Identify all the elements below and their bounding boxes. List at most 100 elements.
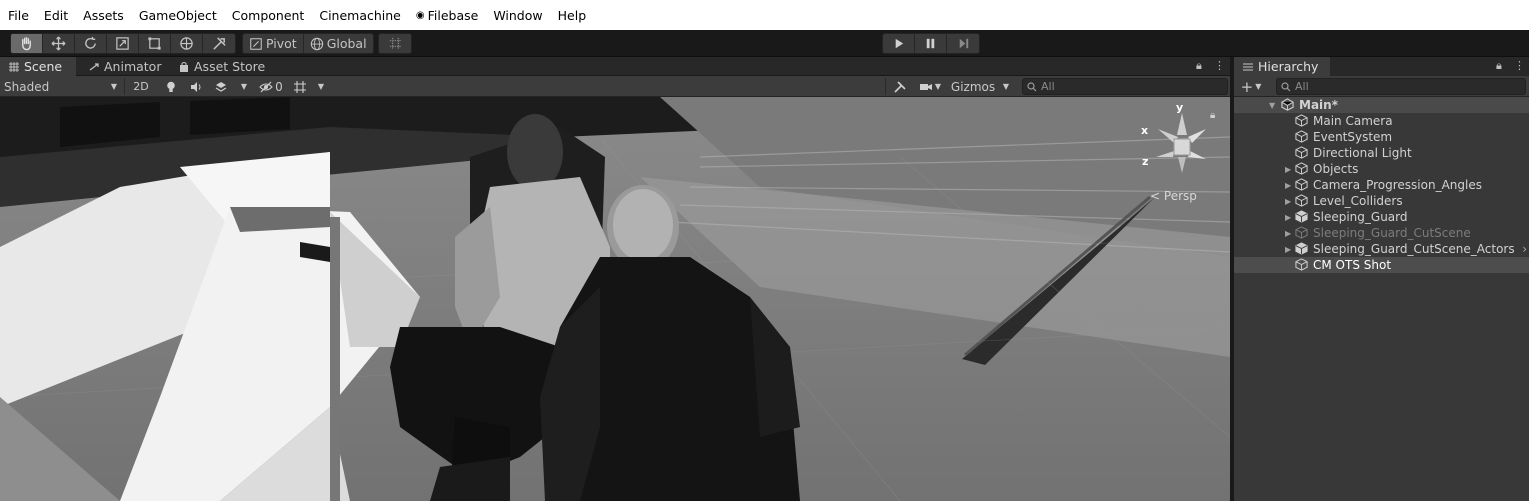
hierarchy-item[interactable]: Directional Light <box>1234 145 1529 161</box>
light-bulb-icon <box>167 81 175 92</box>
camera-icon <box>919 83 932 90</box>
rect-tool-button[interactable] <box>139 34 171 53</box>
hierarchy-item[interactable]: ▶ Camera_Progression_Angles <box>1234 177 1529 193</box>
tab-asset-store[interactable]: Asset Store <box>170 57 273 76</box>
tab-animator[interactable]: Animator <box>80 57 169 76</box>
hierarchy-item[interactable]: ▶ Sleeping_Guard_CutScene <box>1234 225 1529 241</box>
camera-settings-dropdown[interactable]: ▼ <box>916 78 944 95</box>
move-tool-button[interactable] <box>43 34 75 53</box>
expand-arrow-icon[interactable]: ▶ <box>1285 165 1295 174</box>
chevron-right-icon[interactable]: › <box>1522 242 1527 256</box>
grid-dropdown-chevron-icon[interactable]: ▼ <box>315 78 327 95</box>
kebab-menu-icon[interactable]: ⋮ <box>1514 59 1525 72</box>
audio-toggle[interactable] <box>186 78 206 95</box>
expand-arrow-icon[interactable]: ▶ <box>1285 229 1295 238</box>
tools-icon <box>212 37 226 50</box>
menu-filebase-wrap[interactable]: ◉ Filebase <box>416 8 478 23</box>
create-dropdown[interactable]: + ▼ <box>1238 78 1264 96</box>
expand-arrow-icon[interactable]: ▶ <box>1285 213 1295 222</box>
scale-icon <box>116 37 129 50</box>
tab-scene[interactable]: Scene <box>0 57 76 76</box>
scale-tool-button[interactable] <box>107 34 139 53</box>
kebab-menu-icon[interactable]: ⋮ <box>1214 59 1225 72</box>
pivot-icon <box>250 37 262 50</box>
projection-label: Persp <box>1163 189 1197 203</box>
tool-settings-button[interactable] <box>890 78 910 95</box>
scene-toolbar: Shaded ▼ 2D ▼ 0 ▼ ▼ Gizmos ▼ All <box>0 76 1230 97</box>
lock-icon[interactable]: 🔒︎ <box>1196 59 1202 73</box>
hidden-count: 0 <box>275 79 283 94</box>
grid-toggle[interactable] <box>290 78 310 95</box>
scene-search-input[interactable]: All <box>1022 78 1228 95</box>
scene-viewport[interactable]: y x z 🔒︎ < Persp <box>0 97 1230 501</box>
hierarchy-search-input[interactable]: All <box>1276 78 1526 95</box>
shading-mode-dropdown[interactable]: Shaded ▼ <box>4 78 121 95</box>
rect-icon <box>148 37 161 50</box>
expand-arrow-icon[interactable]: ▶ <box>1285 197 1295 206</box>
gizmos-button[interactable]: Gizmos <box>950 78 996 95</box>
hierarchy-item-label: CM OTS Shot <box>1313 258 1392 272</box>
hierarchy-item-label: Level_Colliders <box>1313 194 1403 208</box>
grid-snap-group <box>378 33 412 54</box>
hierarchy-item[interactable]: ▶ Objects <box>1234 161 1529 177</box>
menu-help[interactable]: Help <box>558 8 587 23</box>
lock-icon[interactable]: 🔒︎ <box>1496 59 1502 73</box>
hidden-objects-toggle[interactable]: 0 <box>256 78 286 95</box>
transform-tool-button[interactable] <box>171 34 203 53</box>
custom-tool-button[interactable] <box>203 34 235 53</box>
rotate-tool-button[interactable] <box>75 34 107 53</box>
hierarchy-item[interactable]: ▶ Level_Colliders <box>1234 193 1529 209</box>
pivot-toggle[interactable]: Pivot <box>243 34 304 53</box>
hierarchy-item[interactable]: CM OTS Shot <box>1234 257 1529 273</box>
menu-file[interactable]: File <box>8 8 29 23</box>
hierarchy-items: Main Camera EventSystem Directional Light ▶… <box>1234 113 1529 273</box>
hierarchy-item[interactable]: EventSystem <box>1234 129 1529 145</box>
play-button[interactable] <box>883 34 915 53</box>
hierarchy-item[interactable]: ▶ Sleeping_Guard_CutScene_Actors › <box>1234 241 1529 257</box>
search-icon <box>1281 81 1291 91</box>
effects-dropdown-chevron-icon[interactable]: ▼ <box>238 78 250 95</box>
pause-button[interactable] <box>915 34 947 53</box>
expand-arrow-icon[interactable]: ▶ <box>1285 181 1295 190</box>
rotate-icon <box>85 36 96 49</box>
shading-mode-label: Shaded <box>4 79 50 94</box>
main-toolbar: Pivot Global <box>0 30 1529 57</box>
mode-2d-toggle[interactable]: 2D <box>129 78 153 95</box>
hierarchy-item[interactable]: Main Camera <box>1234 113 1529 129</box>
lighting-toggle[interactable] <box>161 78 181 95</box>
chevron-left-icon: < <box>1150 189 1161 203</box>
grid-snap-button[interactable] <box>379 34 411 53</box>
menu-assets[interactable]: Assets <box>83 8 124 23</box>
expand-arrow-icon[interactable]: ▼ <box>1269 101 1279 110</box>
gizmos-dropdown-chevron-icon[interactable]: ▼ <box>999 78 1013 95</box>
gameobject-cube-icon <box>1295 194 1308 207</box>
scene-tab-bar: Scene Animator Asset Store 🔒︎ ⋮ <box>0 57 1230 76</box>
menu-edit[interactable]: Edit <box>44 8 68 23</box>
menu-component[interactable]: Component <box>232 8 305 23</box>
step-button[interactable] <box>947 34 979 53</box>
global-toggle[interactable]: Global <box>304 34 373 53</box>
hierarchy-item[interactable]: ▶ Sleeping_Guard <box>1234 209 1529 225</box>
hierarchy-tree: ▼ Main* Main Camera EventSystem Directiona… <box>1234 97 1529 273</box>
expand-arrow-icon[interactable]: ▶ <box>1285 245 1295 254</box>
hierarchy-item-label: Sleeping_Guard_CutScene_Actors <box>1313 242 1515 256</box>
menu-cinemachine[interactable]: Cinemachine <box>319 8 401 23</box>
gizmo-lock-icon[interactable]: 🔒︎ <box>1210 110 1215 121</box>
unity-scene-icon <box>1281 98 1294 111</box>
projection-toggle[interactable]: < Persp <box>1150 189 1197 203</box>
scene-row-main[interactable]: ▼ Main* <box>1234 97 1529 113</box>
orientation-gizmo[interactable]: y x z 🔒︎ <box>1136 100 1222 184</box>
menu-gameobject[interactable]: GameObject <box>139 8 217 23</box>
global-label: Global <box>326 36 367 51</box>
tab-hierarchy[interactable]: Hierarchy <box>1234 57 1330 76</box>
play-icon <box>895 38 904 49</box>
hierarchy-item-label: Sleeping_Guard_CutScene <box>1313 226 1471 240</box>
store-icon <box>180 61 188 72</box>
effects-toggle[interactable] <box>211 78 231 95</box>
hand-tool-button[interactable] <box>11 34 43 53</box>
divider <box>124 78 125 95</box>
menu-window[interactable]: Window <box>493 8 542 23</box>
hierarchy-panel: Hierarchy 🔒︎ ⋮ + ▼ All ▼ Main* Main Came… <box>1232 57 1529 501</box>
gameobject-cube-icon <box>1295 146 1308 159</box>
tab-asset-store-label: Asset Store <box>194 59 266 74</box>
